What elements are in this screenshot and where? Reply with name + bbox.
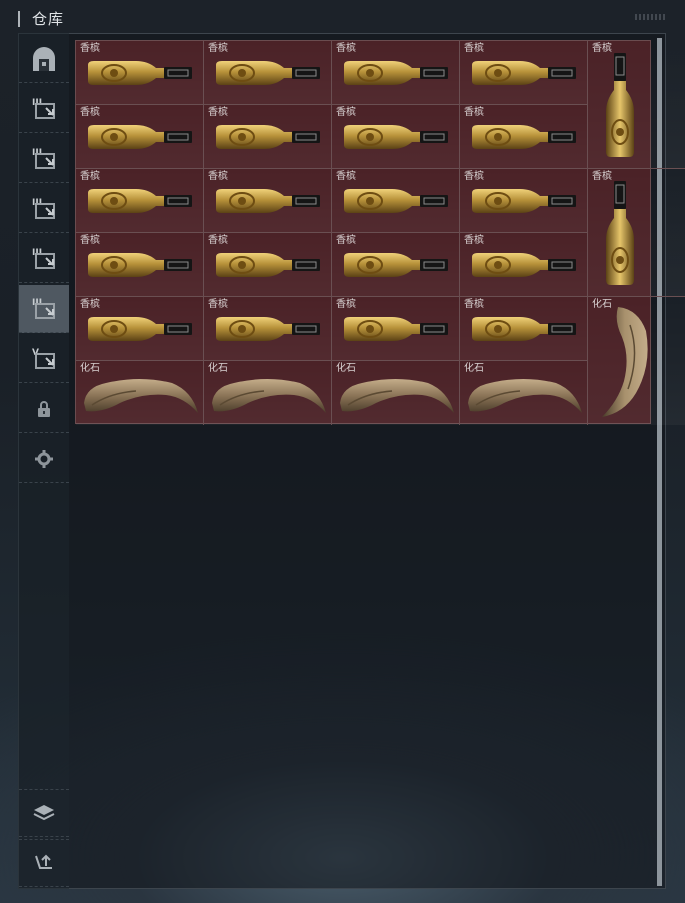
inventory-item[interactable]: 香槟 [76,105,204,169]
item-label: 香槟 [464,299,484,310]
inventory-item[interactable]: 香槟 [76,169,204,233]
inventory-item[interactable]: 化石 [76,361,204,425]
inventory-item[interactable]: 香槟 [460,105,588,169]
item-label: 香槟 [208,235,228,246]
inventory-item[interactable]: 香槟 [588,169,685,297]
transfer-button[interactable] [19,839,69,887]
item-label: 香槟 [208,107,228,118]
inventory-item[interactable]: 香槟 [204,297,332,361]
inventory-item[interactable]: 香槟 [332,297,460,361]
inventory-grid: 香槟 香槟 香槟 香槟 香槟 香槟 香槟 香槟 香槟 香槟 香槟 香槟 香槟 香… [75,40,685,425]
header-indicator [635,14,667,20]
sidebar: III III III III III V [18,33,69,889]
inventory-item[interactable]: 化石 [332,361,460,425]
sidebar-item-tab-2[interactable]: III [19,135,69,183]
inventory-item[interactable]: 香槟 [76,41,204,105]
inventory-item[interactable]: 香槟 [332,41,460,105]
item-label: 香槟 [80,107,100,118]
item-label: 香槟 [208,299,228,310]
layers-icon [33,803,55,823]
sidebar-item-tab-1[interactable]: III [19,85,69,133]
sidebar-item-overview[interactable] [19,35,69,83]
sidebar-item-tab-5[interactable]: III [19,285,69,333]
item-label: 香槟 [464,235,484,246]
inventory-item[interactable]: 化石 [204,361,332,425]
window-header: 仓库 [0,0,685,34]
inventory-item[interactable]: 香槟 [204,233,332,297]
inventory-item[interactable]: 香槟 [332,105,460,169]
item-label: 香槟 [208,171,228,182]
transfer-icon [33,852,55,874]
item-label: 香槟 [336,171,356,182]
tab-5-icon: III [30,296,58,322]
item-label: 香槟 [208,43,228,54]
vault-door-icon [30,46,58,72]
tab-2-icon: III [30,146,58,172]
sidebar-item-lock[interactable] [19,385,69,433]
inventory-item[interactable]: 香槟 [460,297,588,361]
inventory-item[interactable]: 香槟 [460,41,588,105]
inventory-item[interactable]: 香槟 [204,169,332,233]
inventory-item[interactable]: 香槟 [588,41,685,169]
tab-4-icon: III [30,246,58,272]
sidebar-item-tab-4[interactable]: III [19,235,69,283]
header-accent-bar [18,11,20,27]
item-label: 香槟 [464,43,484,54]
sidebar-item-tab-3[interactable]: III [19,185,69,233]
tab-3-icon: III [30,196,58,222]
layers-button[interactable] [19,789,69,837]
item-label: 香槟 [80,299,100,310]
inventory-item[interactable]: 化石 [460,361,588,425]
item-label: 香槟 [336,235,356,246]
inventory-item[interactable]: 香槟 [204,105,332,169]
tab-1-icon: III [30,96,58,122]
item-label: 香槟 [336,299,356,310]
inventory-item[interactable]: 香槟 [204,41,332,105]
lock-icon [37,400,51,417]
inventory-item[interactable]: 化石 [588,297,685,425]
item-label: 香槟 [80,43,100,54]
inventory-item[interactable]: 香槟 [332,169,460,233]
inventory-item[interactable]: 香槟 [76,233,204,297]
inventory-item[interactable]: 香槟 [332,233,460,297]
item-label: 香槟 [80,171,100,182]
inventory-item[interactable]: 香槟 [460,233,588,297]
inventory-item[interactable]: 香槟 [460,169,588,233]
sidebar-item-settings[interactable] [19,435,69,483]
inventory-item[interactable]: 香槟 [76,297,204,361]
item-label: 香槟 [336,43,356,54]
item-label: 香槟 [464,171,484,182]
page-title: 仓库 [32,10,65,28]
sidebar-item-tab-6[interactable]: V [19,335,69,383]
tab-6-icon: V [30,346,58,372]
item-label: 香槟 [464,107,484,118]
item-label: 香槟 [80,235,100,246]
item-label: 香槟 [336,107,356,118]
gear-icon [35,449,53,468]
